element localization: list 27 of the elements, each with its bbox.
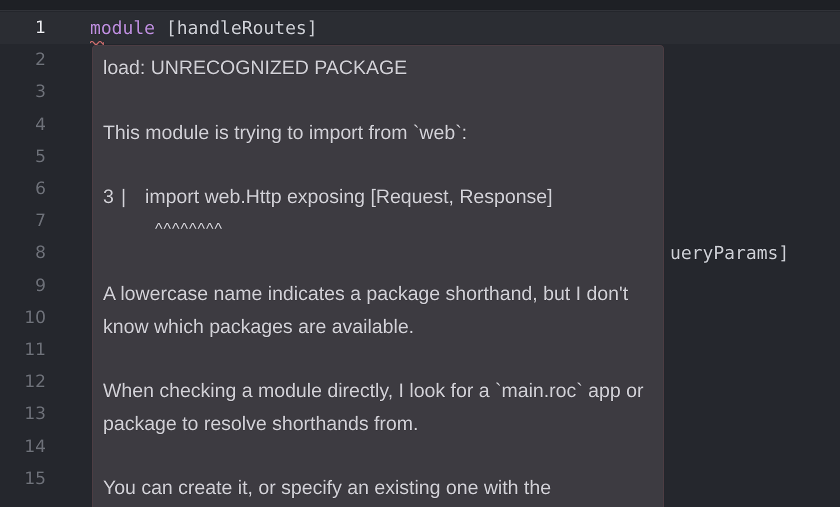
line-number: 4: [34, 114, 46, 135]
line-number: 15: [23, 468, 46, 489]
source-code: import web.Http exposing [Request, Response]: [145, 185, 553, 210]
line-number: 7: [34, 211, 46, 232]
line-number: 9: [34, 276, 46, 296]
diagnostic-message: You can create it, or specify an existing one with the: [103, 476, 552, 501]
line-number: 1: [34, 18, 46, 38]
error-carets: ^^^^^^^^: [155, 220, 224, 240]
diagnostic-message: A lowercase name indicates a package shorthand, but I don't know which packages are available.: [103, 282, 630, 340]
line-number: 2: [34, 50, 46, 70]
line-number: 8: [34, 243, 46, 264]
line-number: 10: [23, 308, 46, 328]
code-keyword: module: [90, 18, 156, 39]
code-text: ueryParams]: [670, 242, 790, 264]
line-number: 6: [34, 179, 46, 200]
source-line-number: 3: [103, 185, 115, 210]
line-number: 5: [34, 146, 46, 167]
line-number: 12: [23, 372, 46, 392]
code-text: [handleRoutes]: [164, 18, 318, 39]
line-number: 3: [34, 82, 46, 102]
diagnostic-message: This module is trying to import from `web`:: [103, 120, 468, 146]
line-number: 13: [23, 404, 46, 424]
diagnostic-message: load: UNRECOGNIZED PACKAGE: [103, 56, 408, 81]
line-number: 14: [23, 436, 46, 457]
diagnostic-message: When checking a module directly, I look for a `main.roc` app or package to resolve shorthands from.: [103, 379, 644, 436]
line-number: 11: [23, 340, 46, 360]
gutter-separator: |: [121, 185, 128, 210]
